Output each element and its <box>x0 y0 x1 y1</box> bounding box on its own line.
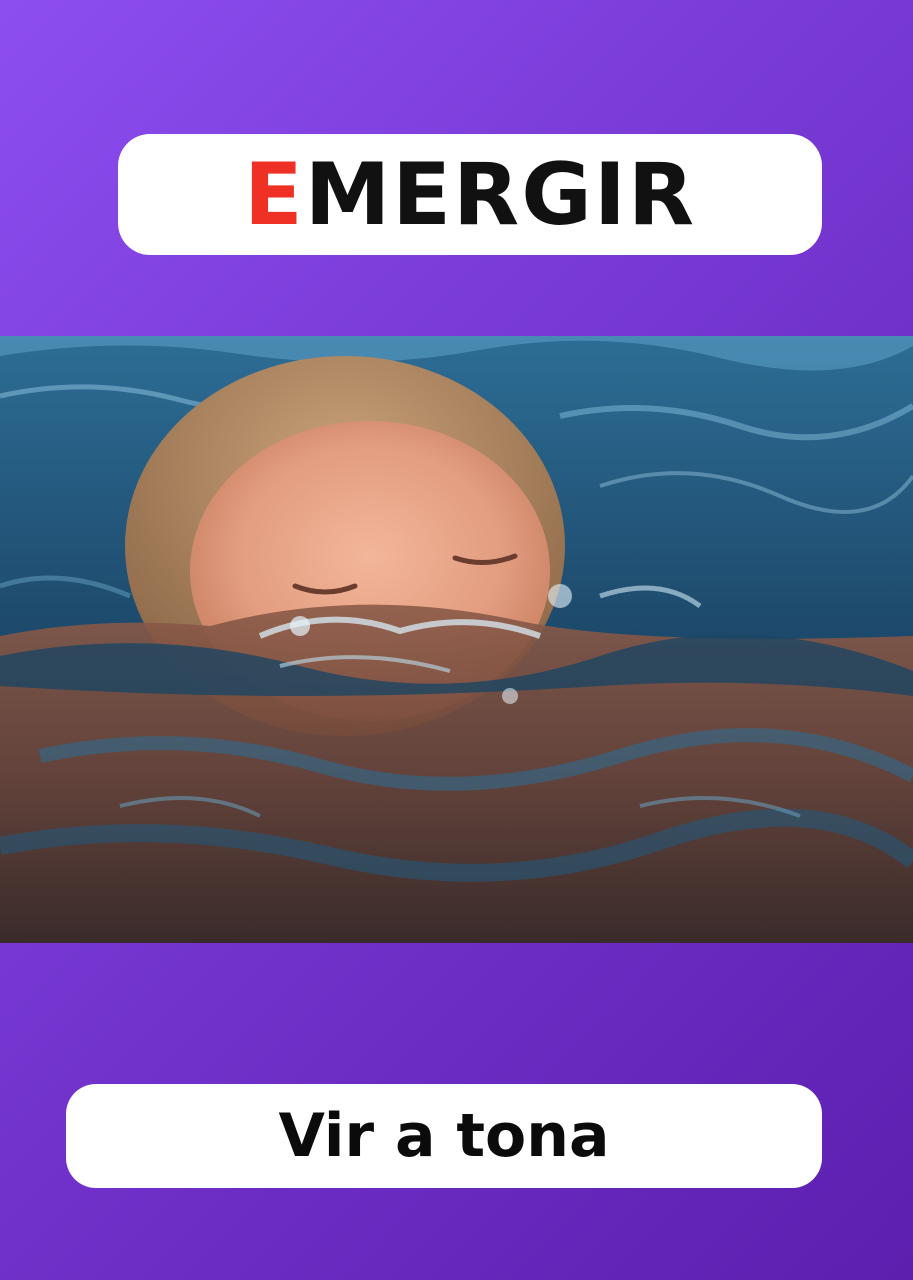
meaning-text: Vir a tona <box>278 1101 610 1171</box>
title-rest: MERGIR <box>304 144 697 245</box>
word-title: EMERGIR <box>244 152 696 238</box>
water-scene-illustration <box>0 336 913 943</box>
meaning-banner: Vir a tona <box>66 1084 822 1188</box>
child-surfacing-photo <box>0 336 913 943</box>
title-banner: EMERGIR <box>118 134 822 255</box>
title-first-letter: E <box>243 144 305 245</box>
